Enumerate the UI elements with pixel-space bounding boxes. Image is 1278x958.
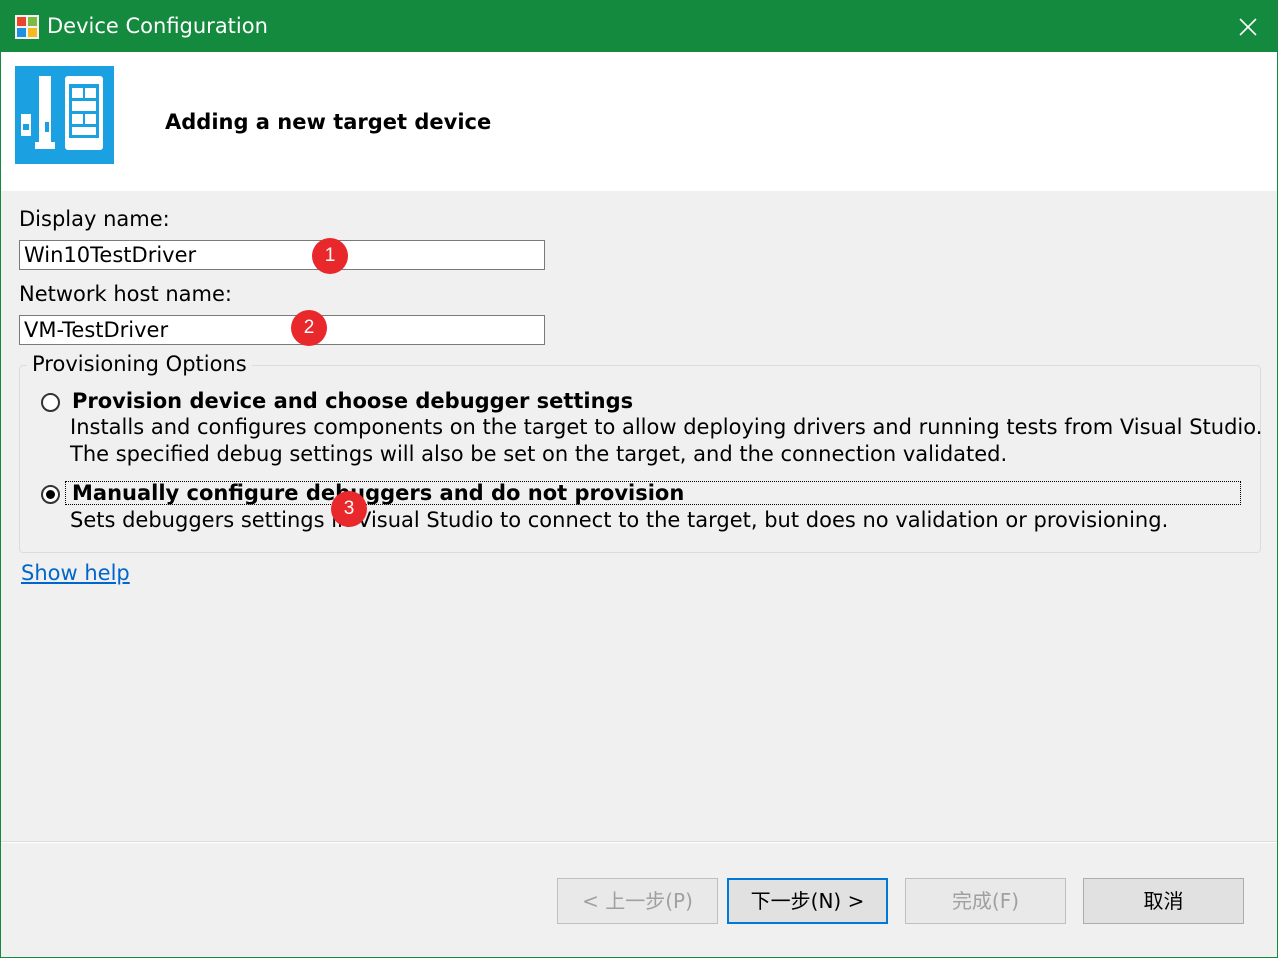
app-window-icon: [15, 15, 39, 39]
wizard-header: Adding a new target device: [1, 52, 1277, 191]
close-icon: [1239, 17, 1257, 36]
annotation-badge-2: 2: [291, 310, 327, 346]
annotation-badge-1: 1: [312, 238, 348, 274]
manual-configure-desc: Sets debuggers settings in Visual Studio…: [70, 508, 1169, 532]
finish-button[interactable]: 完成(F): [905, 878, 1066, 924]
provisioning-options-caption: Provisioning Options: [27, 351, 252, 377]
manual-configure-radio[interactable]: [41, 485, 60, 504]
display-name-label: Display name:: [19, 207, 170, 231]
page-title: Adding a new target device: [165, 110, 492, 134]
provision-device-desc-line2: The specified debug settings will also b…: [70, 442, 1008, 466]
manual-configure-option-label[interactable]: Manually configure debuggers and do not …: [72, 480, 684, 506]
next-button[interactable]: 下一步(N) >: [727, 878, 888, 924]
provision-device-option-label[interactable]: Provision device and choose debugger set…: [72, 388, 633, 414]
annotation-badge-3: 3: [331, 491, 367, 527]
back-button[interactable]: < 上一步(P): [557, 878, 718, 924]
radio-selected-dot: [46, 490, 55, 499]
title-bar[interactable]: Device Configuration: [1, 1, 1277, 52]
footer-separator: [1, 841, 1277, 843]
device-configuration-window: Device Configuration Adding a new target…: [0, 0, 1278, 958]
cancel-button[interactable]: 取消: [1083, 878, 1244, 924]
host-name-label: Network host name:: [19, 282, 232, 306]
device-config-logo-icon: [15, 66, 114, 164]
close-button[interactable]: [1219, 1, 1277, 52]
display-name-field[interactable]: [19, 240, 545, 270]
provision-device-radio[interactable]: [41, 393, 60, 412]
host-name-field[interactable]: [19, 315, 545, 345]
window-title: Device Configuration: [47, 14, 268, 38]
provision-device-desc-line1: Installs and configures components on th…: [70, 415, 1263, 439]
show-help-link[interactable]: Show help: [21, 560, 130, 586]
